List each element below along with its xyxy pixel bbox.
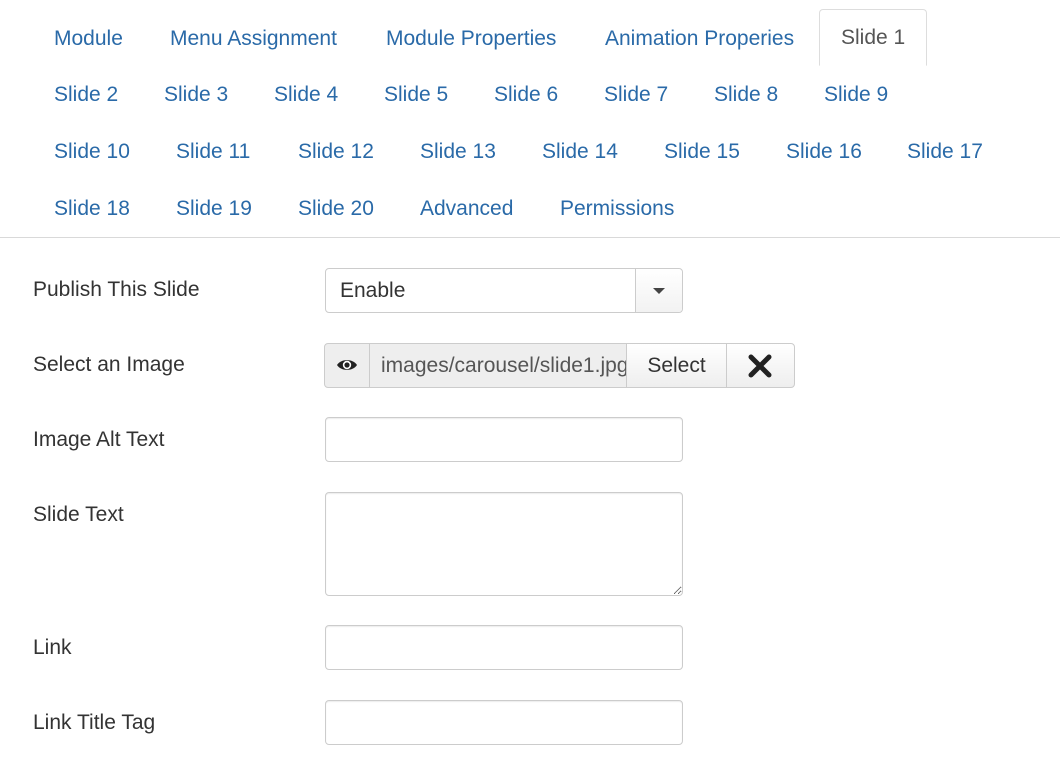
tab-slide-10[interactable]: Slide 10 (54, 123, 130, 180)
tab-slide-14[interactable]: Slide 14 (542, 123, 618, 180)
tab-slide-13[interactable]: Slide 13 (420, 123, 496, 180)
tab-slide-19[interactable]: Slide 19 (176, 180, 252, 237)
select-toggle[interactable] (635, 269, 682, 312)
tab-slide-2[interactable]: Slide 2 (54, 66, 118, 123)
tab-slide-3[interactable]: Slide 3 (164, 66, 228, 123)
tab-slide-8[interactable]: Slide 8 (714, 66, 778, 123)
tab-permissions[interactable]: Permissions (560, 180, 674, 237)
link-input[interactable] (325, 625, 683, 670)
tab-slide-20[interactable]: Slide 20 (298, 180, 374, 237)
slide-text-label: Slide Text (33, 503, 124, 526)
link-label: Link (33, 636, 72, 659)
tab-menu-assignment[interactable]: Menu Assignment (170, 10, 337, 67)
link-title-label: Link Title Tag (33, 711, 156, 734)
image-label: Select an Image (33, 353, 185, 376)
tab-animation-properies[interactable]: Animation Properies (605, 10, 794, 67)
tab-slide-15[interactable]: Slide 15 (664, 123, 740, 180)
tab-slide-12[interactable]: Slide 12 (298, 123, 374, 180)
tab-slide-9[interactable]: Slide 9 (824, 66, 888, 123)
slide-text-textarea[interactable] (325, 492, 683, 596)
tab-slide-6[interactable]: Slide 6 (494, 66, 558, 123)
eye-icon (337, 360, 357, 370)
tab-slide-7[interactable]: Slide 7 (604, 66, 668, 123)
publish-label: Publish This Slide (33, 278, 200, 301)
publish-select[interactable]: Enable (325, 268, 683, 313)
image-clear-button[interactable] (726, 343, 795, 388)
tab-slide-17[interactable]: Slide 17 (907, 123, 983, 180)
tab-slide-18[interactable]: Slide 18 (54, 180, 130, 237)
tab-advanced[interactable]: Advanced (420, 180, 513, 237)
tabs-divider (0, 237, 1060, 238)
tab-slide-1[interactable]: Slide 1 (819, 9, 928, 66)
image-path-field[interactable]: images/carousel/slide1.jpg (369, 343, 627, 388)
tab-slide-4[interactable]: Slide 4 (274, 66, 338, 123)
publish-select-value: Enable (340, 279, 406, 302)
alt-text-input[interactable] (325, 417, 683, 462)
link-title-input[interactable] (325, 700, 683, 745)
tab-slide-5[interactable]: Slide 5 (384, 66, 448, 123)
tab-module[interactable]: Module (54, 10, 123, 67)
image-preview-button[interactable] (324, 343, 370, 388)
image-select-button[interactable]: Select (626, 343, 727, 388)
close-icon (748, 354, 772, 378)
image-media-field: images/carousel/slide1.jpg Select (324, 343, 795, 388)
tab-slide-11[interactable]: Slide 11 (176, 123, 250, 180)
tab-slide-16[interactable]: Slide 16 (786, 123, 862, 180)
caret-down-icon (653, 288, 665, 294)
tab-module-properties[interactable]: Module Properties (386, 10, 556, 67)
alt-text-label: Image Alt Text (33, 428, 165, 451)
